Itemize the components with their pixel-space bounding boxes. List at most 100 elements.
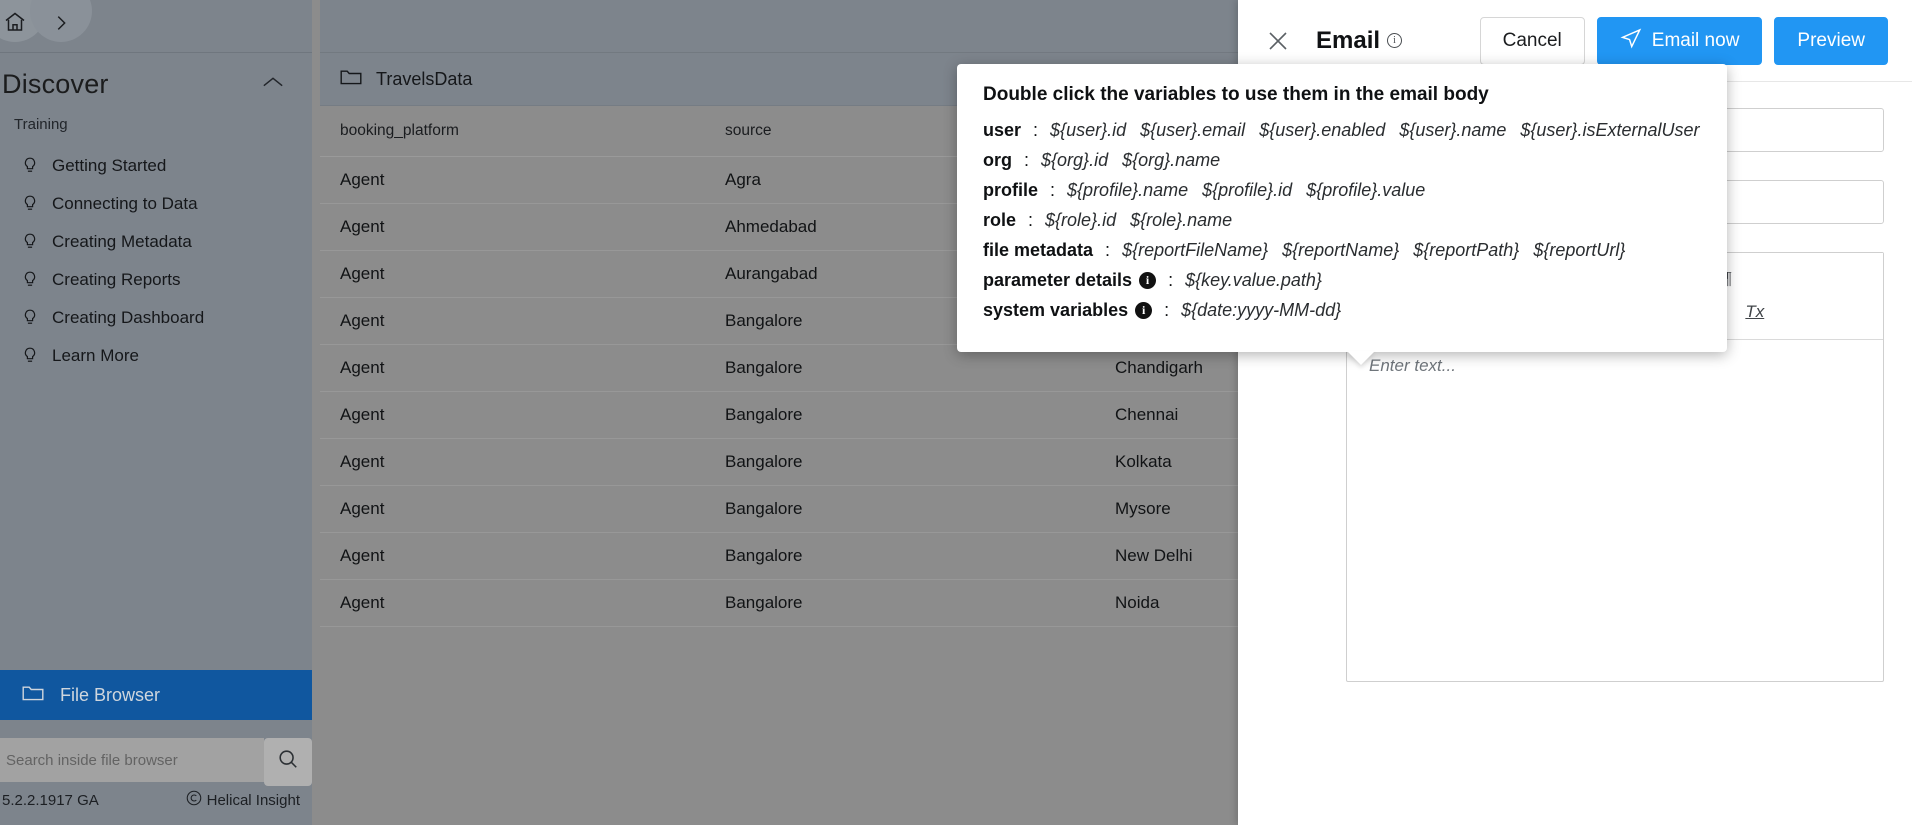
sidebar-item-connecting-to-data[interactable]: Connecting to Data [0, 185, 312, 223]
variable-key: parameter details [983, 270, 1133, 290]
cell-destination: Noida [1095, 579, 1240, 627]
variable-colon: : [1028, 210, 1034, 230]
cell-booking-platform: Agent [320, 532, 705, 580]
sidebar-item-learn-more[interactable]: Learn More [0, 337, 312, 375]
folder-icon [22, 684, 44, 707]
variable-token[interactable]: ${role}.id [1045, 210, 1116, 230]
search-input[interactable] [0, 738, 264, 782]
table-row[interactable]: Agent Bangalore Mysore [320, 485, 1240, 533]
sidebar-item-creating-metadata[interactable]: Creating Metadata [0, 223, 312, 261]
lightbulb-icon [22, 271, 38, 290]
variable-token[interactable]: ${reportFileName} [1122, 240, 1268, 260]
sidebar-footer: 5.2.2.1917 GA Helical Insight [0, 790, 312, 810]
cell-booking-platform: Agent [320, 203, 705, 251]
cell-booking-platform: Agent [320, 297, 705, 345]
table-row[interactable]: Agent Bangalore New Delhi [320, 532, 1240, 580]
variable-token[interactable]: ${profile}.name [1067, 180, 1188, 200]
search-button[interactable] [264, 738, 312, 786]
variable-colon: : [1168, 270, 1174, 290]
copyright-icon [186, 790, 202, 810]
table-row[interactable]: Agent Bangalore Chennai [320, 391, 1240, 439]
sidebar-item-getting-started[interactable]: Getting Started [0, 147, 312, 185]
column-header-booking-platform[interactable]: booking_platform [320, 106, 705, 157]
variable-row-role: role : ${role}.id ${role}.name [983, 210, 1701, 231]
variable-token[interactable]: ${user}.isExternalUser [1520, 120, 1699, 140]
content-topbar [320, 0, 1240, 53]
cancel-button-label: Cancel [1502, 29, 1562, 51]
variable-token[interactable]: ${org}.id [1041, 150, 1108, 170]
folder-icon [340, 68, 362, 91]
variable-values: ${key.value.path} [1185, 270, 1336, 291]
variable-key: org [983, 150, 1012, 170]
search-icon [277, 748, 299, 776]
variable-token[interactable]: ${user}.id [1050, 120, 1126, 140]
sidebar-item-label: File Browser [60, 684, 161, 705]
variable-values: ${profile}.name ${profile}.id ${profile}.v… [1067, 180, 1439, 201]
editor-content-area[interactable]: Enter text... [1347, 340, 1883, 681]
variable-token[interactable]: ${role}.name [1130, 210, 1232, 230]
cell-source: Bangalore [705, 579, 1095, 627]
variable-token[interactable]: ${reportName} [1282, 240, 1399, 260]
variable-token[interactable]: ${reportPath} [1413, 240, 1519, 260]
lightbulb-icon [22, 309, 38, 328]
sidebar-item-label: Connecting to Data [52, 194, 198, 213]
chevron-right-icon [50, 12, 72, 34]
sidebar-group-label: Training [14, 116, 68, 133]
file-browser-search [0, 738, 312, 786]
page-title: Discover [2, 69, 109, 99]
variable-token[interactable]: ${reportUrl} [1533, 240, 1625, 260]
variable-token[interactable]: ${org}.name [1122, 150, 1220, 170]
cell-destination: Kolkata [1095, 438, 1240, 486]
table-row[interactable]: Agent Bangalore Kolkata [320, 438, 1240, 486]
variable-values: ${user}.id ${user}.email ${user}.enabled ${… [1050, 120, 1713, 141]
chevron-up-icon[interactable] [262, 75, 284, 94]
cell-source: Bangalore [705, 532, 1095, 580]
cell-destination: Mysore [1095, 485, 1240, 533]
variable-colon: : [1050, 180, 1056, 200]
table-row[interactable]: Agent Bangalore Noida [320, 579, 1240, 627]
variable-token[interactable]: ${date:yyyy-MM-dd} [1181, 300, 1341, 320]
email-variables-tooltip: Double click the variables to use them i… [957, 64, 1727, 365]
variable-colon: : [1033, 120, 1039, 140]
tooltip-headline: Double click the variables to use them i… [983, 84, 1489, 105]
forward-button[interactable] [30, 0, 92, 42]
variable-token[interactable]: ${key.value.path} [1185, 270, 1322, 290]
variable-row-file-metadata: file metadata : ${reportFileName} ${repor… [983, 240, 1701, 261]
variable-token[interactable]: ${profile}.value [1306, 180, 1425, 200]
preview-button-label: Preview [1797, 29, 1865, 51]
variable-token[interactable]: ${user}.enabled [1259, 120, 1385, 140]
variable-colon: : [1024, 150, 1030, 170]
variable-row-org: org : ${org}.id ${org}.name [983, 150, 1701, 171]
discover-section-header[interactable]: Discover [0, 53, 312, 100]
variable-token[interactable]: ${profile}.id [1202, 180, 1292, 200]
cell-booking-platform: Agent [320, 485, 705, 533]
variable-token[interactable]: ${user}.email [1140, 120, 1245, 140]
info-icon[interactable]: i [1135, 302, 1153, 319]
cell-source: Bangalore [705, 391, 1095, 439]
variable-colon: : [1164, 300, 1170, 320]
info-icon[interactable]: i [1139, 272, 1157, 289]
variable-row-profile: profile : ${profile}.name ${profile}.id ${… [983, 180, 1701, 201]
close-icon[interactable] [1266, 29, 1290, 53]
sidebar-item-file-browser[interactable]: File Browser [0, 670, 312, 720]
variable-key: role [983, 210, 1017, 230]
info-icon[interactable]: i [1387, 33, 1403, 48]
cell-booking-platform: Agent [320, 579, 705, 627]
variable-values: ${reportFileName} ${reportName} ${reportPa… [1122, 240, 1639, 261]
variable-key-wrap: system variables i [983, 300, 1153, 321]
preview-button[interactable]: Preview [1774, 16, 1888, 65]
sidebar-item-creating-reports[interactable]: Creating Reports [0, 261, 312, 299]
email-now-button[interactable]: Email now [1596, 16, 1763, 65]
sidebar: Discover Training Getting Started Connec… [0, 0, 312, 825]
lightbulb-icon [22, 347, 38, 366]
cell-booking-platform: Agent [320, 344, 705, 392]
sidebar-item-label: Getting Started [52, 156, 167, 175]
variable-values: ${role}.id ${role}.name [1045, 210, 1246, 231]
cell-booking-platform: Agent [320, 391, 705, 439]
variable-token[interactable]: ${user}.name [1399, 120, 1506, 140]
cancel-button[interactable]: Cancel [1479, 16, 1585, 65]
clear-format-icon[interactable]: Tx [1738, 297, 1772, 327]
variable-colon: : [1105, 240, 1111, 260]
folder-name: TravelsData [376, 68, 473, 89]
sidebar-item-creating-dashboard[interactable]: Creating Dashboard [0, 299, 312, 337]
